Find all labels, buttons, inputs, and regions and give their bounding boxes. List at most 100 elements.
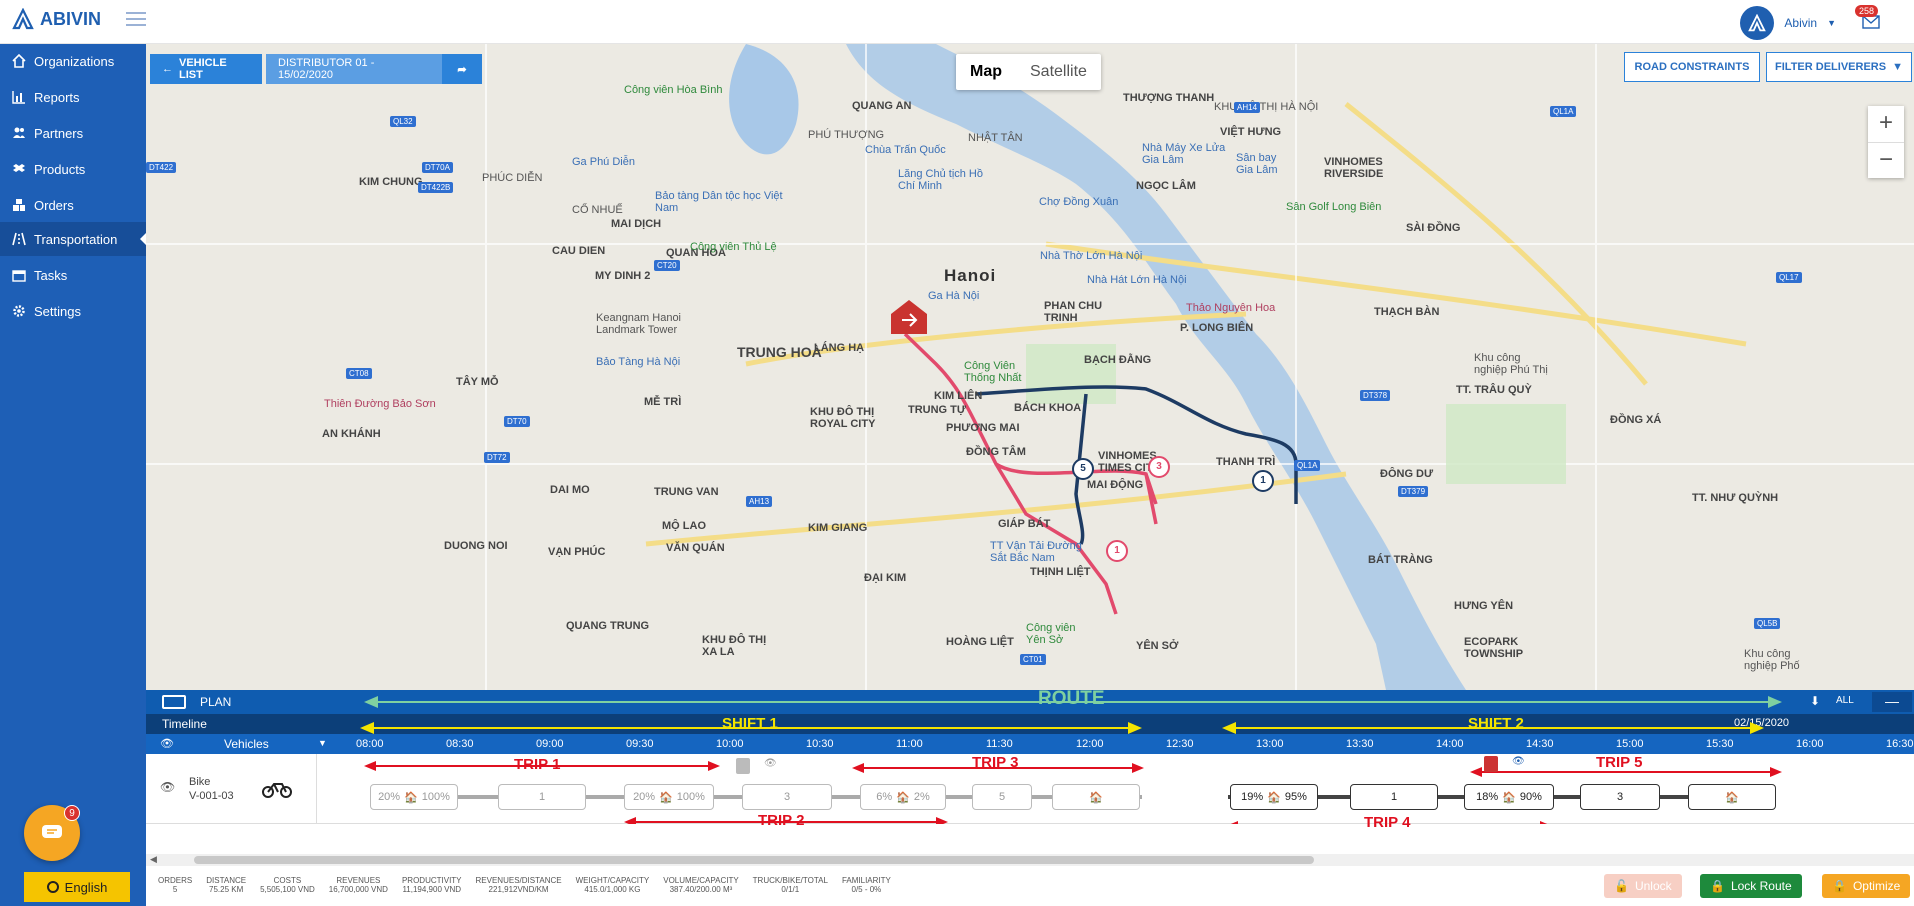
stop-weight-pct: 18% bbox=[1476, 791, 1499, 803]
timeline-hour: 08:30 bbox=[446, 738, 474, 750]
driver-icon[interactable] bbox=[1484, 756, 1498, 772]
stats-bar: ORDERS 5 DISTANCE 75.25 KM COSTS 5,505,100 VN… bbox=[158, 876, 891, 894]
sidebar-item-tasks[interactable]: Tasks bbox=[0, 258, 146, 292]
stop-weight-pct: 20% bbox=[378, 791, 401, 803]
road-tag: QL17 bbox=[1776, 272, 1802, 283]
depot-stop[interactable]: 20% 🏠 100% bbox=[370, 784, 458, 810]
map-label-nhat-tan: NHẬT TÂN bbox=[968, 132, 1023, 144]
stat-label: FAMILIARITY bbox=[841, 876, 891, 885]
delivery-stop[interactable]: 1 bbox=[1350, 784, 1438, 810]
map-type-satellite[interactable]: Satellite bbox=[1016, 54, 1101, 90]
driver-icon[interactable] bbox=[736, 758, 750, 774]
filter-deliverers-label: FILTER DELIVERERS bbox=[1775, 61, 1887, 73]
sidebar-item-label: Settings bbox=[34, 303, 81, 319]
map-label-ngoc-lam: NGỌC LÂM bbox=[1136, 180, 1196, 192]
eye-icon[interactable]: 👁 bbox=[1512, 756, 1525, 767]
map-label-cong-vien-hoa-binh: Công viên Hòa Bình bbox=[624, 84, 723, 96]
depot-stop[interactable]: 🏠 bbox=[1688, 784, 1776, 810]
road-tag: AH14 bbox=[1234, 102, 1261, 113]
stop-pin-red[interactable]: 3 bbox=[1148, 456, 1170, 478]
vehicle-list-label: VEHICLE LIST bbox=[179, 57, 227, 81]
zoom-out-button[interactable]: − bbox=[1868, 142, 1904, 178]
vehicle-row[interactable]: 👁 Bike V-001-03 TRIP 1 TRIP 2 TRIP 3 TRI… bbox=[146, 754, 1914, 831]
stop-pin-navy[interactable]: 5 bbox=[1072, 458, 1094, 480]
road-tag: QL32 bbox=[390, 116, 416, 127]
map-label-quang-trung: QUANG TRUNG bbox=[566, 620, 650, 632]
stat-label: ORDERS bbox=[158, 876, 193, 885]
delivery-stop[interactable]: 3 bbox=[742, 784, 832, 810]
chevron-down-icon[interactable]: ▼ bbox=[318, 738, 327, 748]
timeline-hour: 10:00 bbox=[716, 738, 744, 750]
cubes-icon bbox=[13, 199, 25, 211]
map-label-kim-lien: KIM LIÊN bbox=[934, 390, 983, 402]
map-type-map[interactable]: Map bbox=[956, 54, 1016, 90]
lock-route-button[interactable]: 🔒 Lock Route bbox=[1700, 874, 1802, 898]
horizontal-scrollbar[interactable]: ◀ bbox=[146, 854, 1914, 866]
map-label-tt-nhu-quynh: TT. NHƯ QUỲNH bbox=[1692, 492, 1779, 504]
language-button[interactable]: English bbox=[24, 872, 130, 902]
scroll-left-icon[interactable]: ◀ bbox=[150, 854, 157, 865]
map-view[interactable]: Hanoi TRUNG HOÀ QUANG AN PHÚ THƯỢNG NHẬT… bbox=[146, 44, 1914, 690]
delivery-stop[interactable]: 1 bbox=[498, 784, 586, 810]
sidebar-item-organizations[interactable]: Organizations bbox=[0, 44, 146, 78]
map-label-cong-vien-yen-so: Công viên Yên Sở bbox=[1026, 622, 1076, 646]
eye-icon[interactable]: 👁 bbox=[160, 737, 174, 750]
warehouse-icon: 🏠 bbox=[896, 791, 910, 804]
sidebar-item-label: Tasks bbox=[34, 267, 68, 283]
distributor-selector[interactable]: DISTRIBUTOR 01 - 15/02/2020 bbox=[266, 54, 444, 84]
zoom-in-button[interactable]: + bbox=[1868, 106, 1904, 142]
arrow-left-icon: ← bbox=[162, 63, 173, 75]
depot-stop[interactable]: 19% 🏠 95% bbox=[1230, 784, 1318, 810]
road-tag: DT422B bbox=[418, 182, 454, 193]
sidebar-item-transportation[interactable]: Transportation bbox=[0, 222, 147, 256]
sidebar-item-label: Transportation bbox=[34, 231, 118, 247]
map-label-bao-tang-dan-toc: Bảo tàng Dân tộc học Việt Nam bbox=[655, 190, 783, 214]
vehicle-list-button[interactable]: ← VEHICLE LIST bbox=[150, 54, 262, 84]
filter-deliverers-button[interactable]: FILTER DELIVERERS ▼ bbox=[1766, 52, 1912, 82]
chat-button[interactable]: 9 bbox=[24, 805, 80, 861]
depot-stop[interactable]: 6% 🏠 2% bbox=[860, 784, 946, 810]
depot-stop[interactable]: 18% 🏠 90% bbox=[1464, 784, 1554, 810]
sidebar: Organizations Reports Partners Products … bbox=[0, 44, 147, 906]
map-label-ga-ha-noi: Ga Hà Nội bbox=[928, 290, 980, 302]
sidebar-item-orders[interactable]: Orders bbox=[0, 188, 146, 222]
mail-icon[interactable]: 258 bbox=[1854, 4, 1880, 32]
stop-volume-pct: 100% bbox=[421, 791, 450, 803]
map-label-chua-tran-quoc: Chùa Trấn Quốc bbox=[865, 144, 946, 156]
road-constraints-button[interactable]: ROAD CONSTRAINTS bbox=[1624, 52, 1760, 82]
sidebar-item-reports[interactable]: Reports bbox=[0, 80, 146, 114]
unlock-label: Unlock bbox=[1634, 879, 1672, 893]
map-label-thao-nguyen-hoa: Thảo Nguyên Hoa bbox=[1186, 302, 1276, 314]
stop-pin-red[interactable]: 1 bbox=[1106, 540, 1128, 562]
brand-logo[interactable]: ABIVIN bbox=[12, 8, 101, 30]
map-label-trung-van: TRUNG VAN bbox=[654, 486, 719, 498]
sidebar-item-partners[interactable]: Partners bbox=[0, 116, 146, 150]
delivery-stop[interactable]: 5 bbox=[972, 784, 1032, 810]
sidebar-item-settings[interactable]: Settings bbox=[0, 294, 146, 328]
user-menu[interactable]: Abivin ▼ 258 bbox=[1740, 4, 1880, 40]
timeline-hour: 15:30 bbox=[1706, 738, 1734, 750]
timeline-hour: 13:00 bbox=[1256, 738, 1284, 750]
road-tag: CT20 bbox=[654, 260, 680, 271]
map-label-lang-ha: LÁNG HẠ bbox=[814, 342, 865, 354]
stop-pin-navy[interactable]: 1 bbox=[1252, 470, 1274, 492]
unlock-button[interactable]: 🔓 Unlock bbox=[1604, 874, 1682, 898]
stat-label: REVENUES bbox=[336, 876, 381, 885]
trip-3-label: TRIP 3 bbox=[972, 754, 1019, 771]
depot-stop[interactable]: 🏠 bbox=[1052, 784, 1140, 810]
depot-stop[interactable]: 20% 🏠 100% bbox=[624, 784, 714, 810]
map-label-duong-noi: DUONG NOI bbox=[444, 540, 508, 552]
scrollbar-thumb[interactable] bbox=[194, 856, 1314, 864]
delivery-stop[interactable]: 3 bbox=[1580, 784, 1660, 810]
map-label-tt-van-tai: TT Vận Tải Đường Sắt Bắc Nam bbox=[990, 540, 1082, 564]
share-button[interactable]: ➦ bbox=[442, 54, 482, 84]
eye-icon[interactable]: 👁 bbox=[764, 758, 777, 769]
optimize-button[interactable]: 🔒 Optimize bbox=[1822, 874, 1911, 898]
sidebar-item-products[interactable]: Products bbox=[0, 152, 146, 186]
optimize-icon: 🔒 bbox=[1832, 879, 1847, 893]
menu-toggle-icon[interactable] bbox=[126, 12, 146, 28]
map-label-cho-dong-xuan: Chợ Đồng Xuân bbox=[1039, 196, 1119, 208]
map-label-lang-chu-tich: Lăng Chủ tịch Hồ Chí Minh bbox=[898, 168, 983, 192]
stat-value: 221,912VND/KM bbox=[488, 885, 549, 894]
map-label-phu-thuong: PHÚ THƯỢNG bbox=[808, 129, 885, 141]
